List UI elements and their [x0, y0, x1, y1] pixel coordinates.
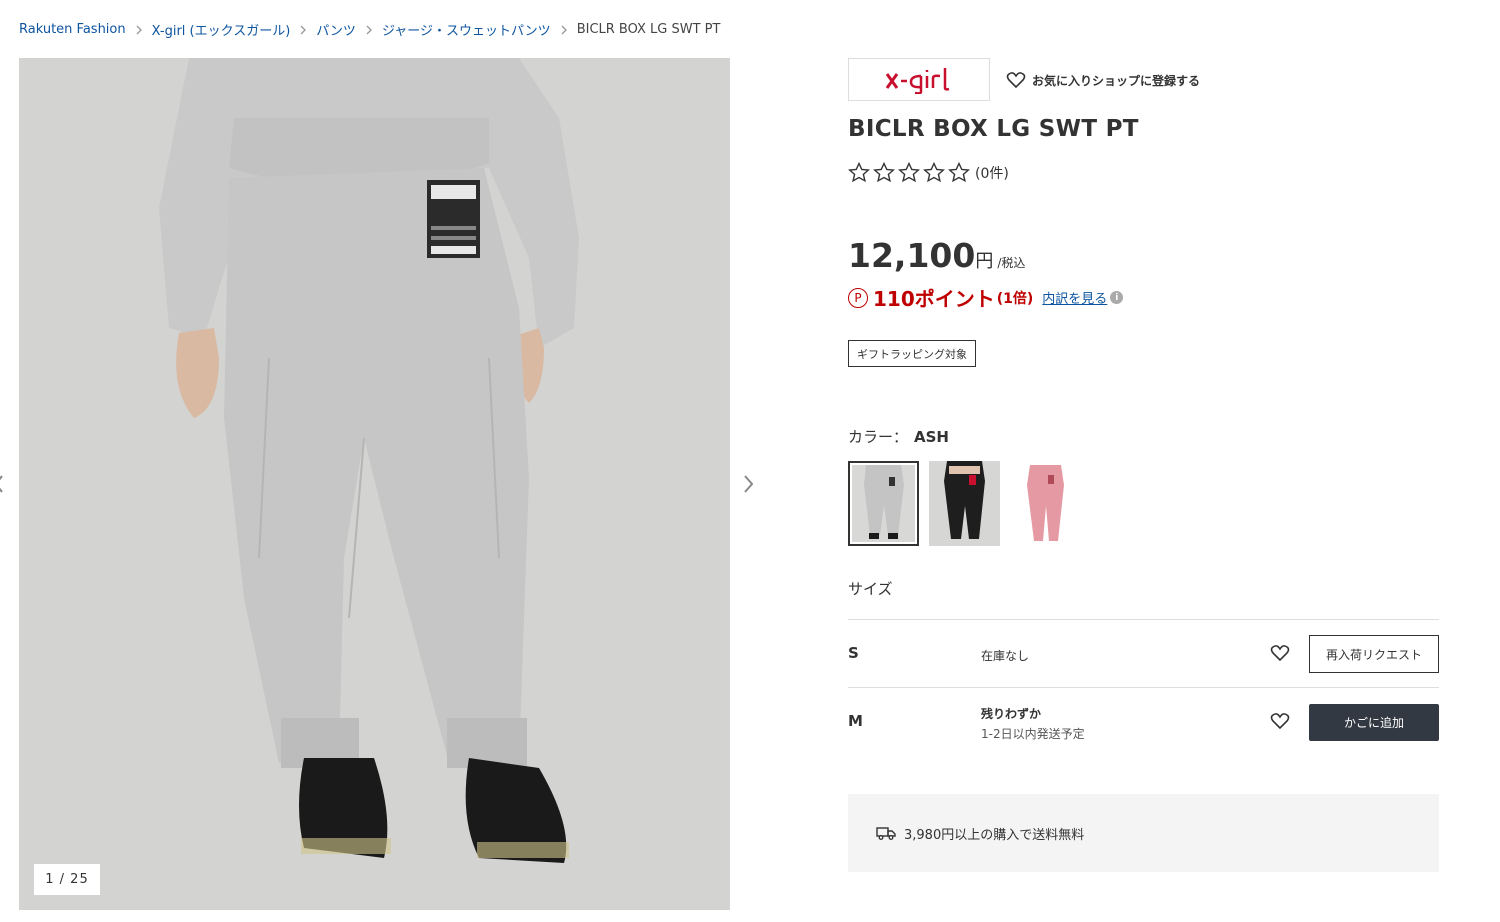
size-label: サイズ — [848, 580, 893, 598]
points-multiplier: (1倍) — [996, 290, 1034, 307]
gift-wrapping-badge: ギフトラッピング対象 — [848, 340, 976, 367]
x-girl-logo — [885, 67, 950, 94]
price-currency: 円 — [975, 251, 994, 272]
add-to-cart-button[interactable]: かごに追加 — [1309, 704, 1439, 741]
star-empty-icon — [873, 162, 895, 183]
color-swatch-ash[interactable] — [848, 461, 919, 546]
star-empty-icon — [898, 162, 920, 183]
image-counter: 1 / 25 — [34, 864, 100, 895]
swatch-image-ash — [852, 465, 915, 542]
breadcrumb-link-brand[interactable]: X-girl (エックスガール) — [152, 20, 291, 39]
product-title: BICLR BOX LG SWT PT — [848, 116, 1139, 142]
breadcrumb-link-rakuten-fashion[interactable]: Rakuten Fashion — [19, 22, 126, 37]
breadcrumb: Rakuten Fashion X-girl (エックスガール) パンツ ジャー… — [19, 20, 720, 39]
size-value: M — [848, 712, 863, 730]
stock-status: 残りわずか — [981, 707, 1042, 721]
color-swatch-black[interactable] — [929, 461, 1000, 546]
heart-icon[interactable] — [1270, 644, 1290, 666]
chevron-left-icon[interactable] — [0, 472, 4, 500]
heart-icon — [1006, 72, 1026, 89]
points-value: 110ポイント — [873, 287, 995, 311]
price: 12,100円/税込 — [848, 236, 1025, 275]
color-swatches — [848, 461, 1081, 546]
points-breakdown-link[interactable]: 内訳を見る — [1042, 288, 1107, 307]
chevron-right-icon — [135, 25, 143, 35]
restock-request-button[interactable]: 再入荷リクエスト — [1309, 635, 1439, 673]
heart-icon[interactable] — [1270, 712, 1290, 734]
breadcrumb-link-pants[interactable]: パンツ — [316, 20, 356, 39]
size-value: S — [848, 644, 859, 662]
product-image-gallery[interactable]: 1 / 25 — [19, 58, 730, 910]
star-empty-icon — [948, 162, 970, 183]
review-count: (0件) — [975, 165, 1009, 182]
rating-stars — [848, 162, 970, 183]
product-rating[interactable]: (0件) — [848, 162, 1009, 183]
breadcrumb-link-sweatpants[interactable]: ジャージ・スウェットパンツ — [382, 20, 551, 39]
favorite-shop-button[interactable]: お気に入りショップに登録する — [1006, 71, 1200, 89]
shop-logo[interactable] — [848, 58, 990, 101]
size-row: S 在庫なし 再入荷リクエスト — [848, 620, 1439, 688]
star-empty-icon — [848, 162, 870, 183]
favorite-shop-label: お気に入りショップに登録する — [1032, 73, 1201, 88]
product-photo — [19, 58, 730, 910]
points-info: P 110ポイント (1倍) 内訳を見る i — [848, 283, 1124, 312]
swatch-image-black — [929, 461, 1000, 546]
swatch-image-pink — [1010, 461, 1081, 546]
color-swatch-pink[interactable] — [1010, 461, 1081, 546]
point-icon: P — [848, 287, 868, 308]
star-empty-icon — [923, 162, 945, 183]
chevron-right-icon[interactable] — [742, 472, 756, 500]
shipping-text: 3,980円以上の購入で送料無料 — [904, 827, 1085, 843]
stock-status: 在庫なし — [981, 649, 1030, 663]
chevron-right-icon — [560, 25, 568, 35]
chevron-right-icon — [365, 25, 373, 35]
color-selected-value: ASH — [914, 428, 949, 446]
tax-note: /税込 — [997, 256, 1026, 270]
shipping-banner: 3,980円以上の購入で送料無料 — [848, 794, 1439, 872]
truck-icon — [876, 827, 896, 840]
size-table: S 在庫なし 再入荷リクエスト M 残りわずか 1-2日以内発送予定 かごに追加 — [848, 619, 1439, 756]
size-row: M 残りわずか 1-2日以内発送予定 かごに追加 — [848, 688, 1439, 756]
color-label-text: カラー： — [848, 428, 909, 446]
color-label: カラー： ASH — [848, 426, 949, 447]
breadcrumb-current: BICLR BOX LG SWT PT — [576, 22, 721, 37]
price-value: 12,100 — [848, 236, 976, 275]
info-icon[interactable]: i — [1110, 291, 1124, 304]
chevron-right-icon — [299, 25, 307, 35]
delivery-estimate: 1-2日以内発送予定 — [981, 727, 1085, 741]
